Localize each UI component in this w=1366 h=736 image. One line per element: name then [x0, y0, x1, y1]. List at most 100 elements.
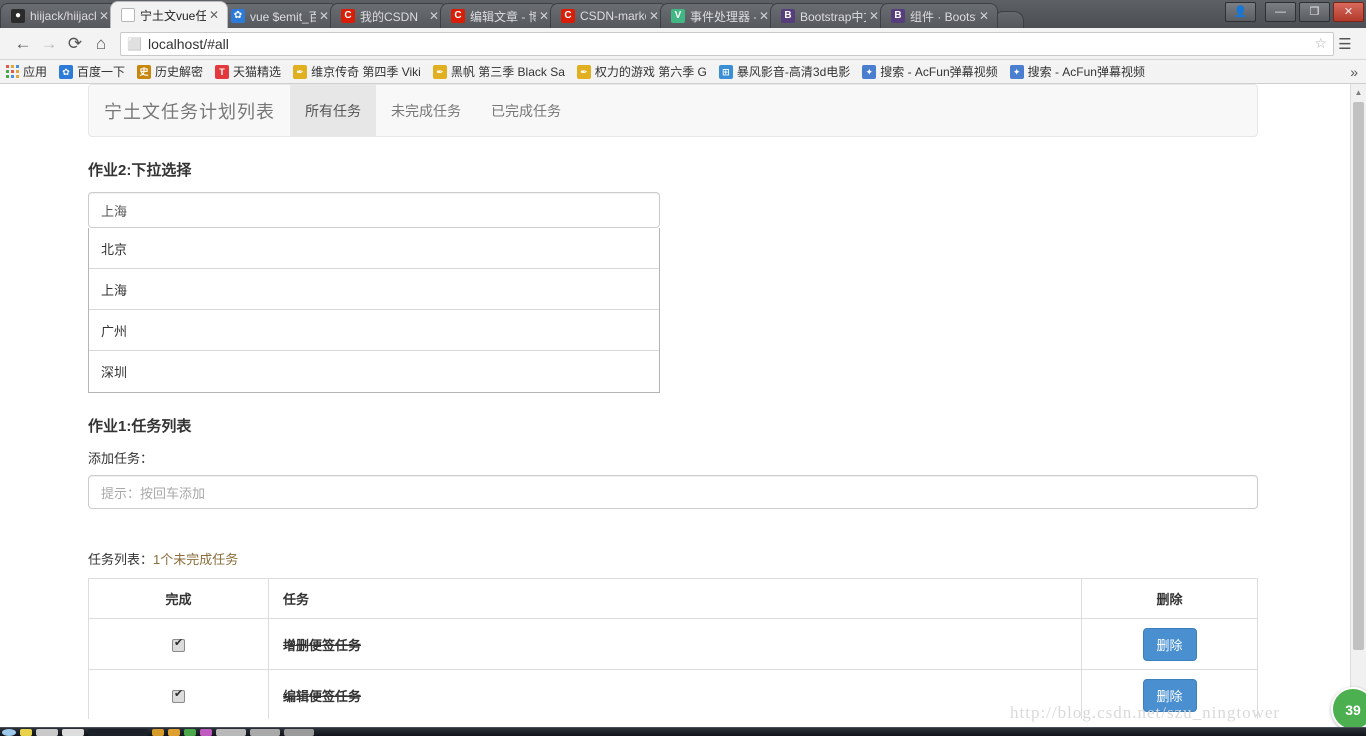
- start-button-icon[interactable]: [2, 729, 16, 736]
- nav-link-active-tasks-label: 未完成任务: [391, 102, 461, 119]
- taskbar-icon-7[interactable]: [184, 729, 196, 736]
- bookmark-label: 维京传奇 第四季 Viki: [311, 65, 421, 79]
- user-profile-button[interactable]: 👤: [1225, 2, 1256, 22]
- baidu-icon: ✿: [231, 9, 245, 23]
- back-icon[interactable]: ←: [10, 31, 36, 57]
- url-text: localhost/#all: [147, 35, 229, 52]
- add-task-placeholder: 提示：按回车添加: [101, 485, 206, 501]
- column-header-delete: 删除: [1081, 578, 1258, 619]
- bookmark-item-8[interactable]: ✦ 搜索 - AcFun弹幕视频: [862, 63, 998, 80]
- browser-menu-icon[interactable]: ☰: [1334, 35, 1356, 53]
- browser-tab-label: hiijack/hiijack: [30, 9, 96, 23]
- browser-tab-4[interactable]: C 编辑文章 - 博 ✕: [440, 3, 558, 28]
- browser-toolbar: ← → ⟳ ⌂ ⬜ localhost/#all ☆ ☰: [0, 28, 1366, 60]
- taskbar-icon-8[interactable]: [200, 729, 212, 736]
- task-list-label: 任务列表：: [88, 552, 154, 567]
- os-taskbar: [0, 727, 1366, 736]
- bookmark-item-9[interactable]: ✦ 搜索 - AcFun弹幕视频: [1009, 63, 1145, 80]
- close-window-button[interactable]: ✕: [1333, 2, 1364, 22]
- bookmark-star-icon[interactable]: ☆: [1314, 35, 1327, 52]
- browser-tab-label: 事件处理器 -: [690, 9, 756, 24]
- bookmark-item-3[interactable]: T 天猫精选: [215, 63, 281, 80]
- task-name-cell: 编辑便签任务: [268, 669, 1082, 721]
- taskbar-icon-11[interactable]: [284, 729, 314, 736]
- minimize-button[interactable]: —: [1265, 2, 1296, 22]
- bookmark-item-6[interactable]: ✒ 权力的游戏 第六季 G: [576, 63, 707, 80]
- reload-icon[interactable]: ⟳: [62, 31, 88, 57]
- browser-tab-label: 我的CSDN: [360, 9, 419, 24]
- page-info-icon: ⬜: [127, 36, 142, 51]
- bookmark-label: 搜索 - AcFun弹幕视频: [880, 65, 998, 79]
- add-task-input[interactable]: 提示：按回车添加: [88, 475, 1258, 509]
- task-done-checkbox[interactable]: [172, 688, 185, 703]
- taskbar-items: [0, 728, 1366, 736]
- browser-tab-6[interactable]: V 事件处理器 - ✕: [660, 3, 778, 28]
- browser-tab-5[interactable]: C CSDN-markd ✕: [550, 3, 668, 28]
- vertical-scrollbar[interactable]: ▲: [1350, 84, 1366, 727]
- browser-tab-0[interactable]: ● hiijack/hiijack ✕: [0, 3, 118, 28]
- page-viewport: 宁土文任务计划列表 所有任务 未完成任务 已完成任务 作业2:下拉选择 上海 北…: [0, 84, 1366, 727]
- bookmark-item-2[interactable]: 史历史解密: [137, 63, 203, 80]
- city-option-0[interactable]: 北京: [89, 228, 659, 269]
- city-option-label: 上海: [101, 282, 128, 298]
- taskbar-icon-2[interactable]: [36, 729, 58, 736]
- bookmark-item-0[interactable]: 应用: [6, 63, 47, 80]
- browser-tab-label: 宁土文vue任务: [140, 8, 206, 23]
- task-done-checkbox[interactable]: [172, 637, 185, 652]
- bookmarks-overflow-icon[interactable]: »: [1350, 64, 1358, 80]
- bookmark-item-7[interactable]: ⊞ 暴风影音-高清3d电影: [718, 63, 850, 80]
- browser-tab-label: vue $emit_百: [250, 9, 316, 24]
- task-name-cell: 增删便签任务: [268, 618, 1082, 670]
- task-list-heading: 任务列表：1个未完成任务: [88, 549, 1350, 568]
- taskbar-icon-1[interactable]: [20, 729, 32, 736]
- browser-tab-label: 编辑文章 - 博: [470, 9, 536, 24]
- forward-icon[interactable]: →: [36, 31, 62, 57]
- delete-task-button[interactable]: 删除: [1142, 678, 1197, 712]
- city-option-1[interactable]: 上海: [89, 269, 659, 310]
- task-done-cell: [88, 618, 269, 670]
- apps-grid-icon: [6, 65, 19, 78]
- delete-task-button[interactable]: 删除: [1142, 627, 1197, 661]
- baidu-icon: ✿: [59, 64, 74, 79]
- taskbar-icon-10[interactable]: [250, 729, 280, 736]
- task-table: 完成 任务 删除 增删便签任务删除编辑便签任务删除watch深度监控数据删除: [88, 578, 1258, 727]
- github-icon: ●: [11, 9, 25, 23]
- new-tab-button[interactable]: [996, 11, 1024, 28]
- tab-strip: ●hiijack/hiijack✕宁土文vue任务✕✿vue $emit_百✕C…: [0, 0, 1024, 28]
- browser-tab-1[interactable]: 宁土文vue任务✕: [110, 1, 228, 28]
- city-option-label: 深圳: [101, 365, 128, 380]
- city-select-input[interactable]: 上海: [88, 192, 660, 228]
- task-name-label: 编辑便签任务: [283, 688, 362, 704]
- nav-link-completed-tasks[interactable]: 已完成任务: [476, 85, 576, 136]
- tasks-section-title: 作业1:任务列表: [88, 418, 192, 435]
- nav-link-all-tasks[interactable]: 所有任务: [290, 85, 376, 136]
- taskbar-icon-3[interactable]: [62, 729, 84, 736]
- close-tab-icon[interactable]: ✕: [209, 8, 221, 22]
- bookmark-item-1[interactable]: ✿ 百度一下: [59, 63, 125, 80]
- maximize-button[interactable]: ❐: [1299, 2, 1330, 22]
- taskbar-icon-6[interactable]: [168, 729, 180, 736]
- history-icon: 史: [137, 64, 152, 79]
- acfun-icon: ✦: [1009, 64, 1024, 79]
- page-bottom-spacer: [0, 719, 1366, 727]
- nav-link-completed-tasks-label: 已完成任务: [491, 102, 561, 119]
- close-tab-icon[interactable]: ✕: [979, 9, 991, 23]
- city-option-2[interactable]: 广州: [89, 310, 659, 351]
- browser-tab-7[interactable]: BBootstrap中文✕: [770, 3, 888, 28]
- taskbar-icon-9[interactable]: [216, 729, 246, 736]
- scroll-up-arrow-icon[interactable]: ▲: [1351, 84, 1366, 101]
- taskbar-icon-5[interactable]: [152, 729, 164, 736]
- vertical-scrollbar-thumb[interactable]: [1353, 102, 1364, 650]
- address-bar[interactable]: ⬜ localhost/#all ☆: [120, 31, 1334, 56]
- browser-tab-3[interactable]: C 我的CSDN ✕: [330, 3, 448, 28]
- browser-tab-8[interactable]: B 组件 · Bootstr ✕: [880, 3, 998, 28]
- nav-link-active-tasks[interactable]: 未完成任务: [376, 85, 476, 136]
- browser-tab-2[interactable]: ✿ vue $emit_百 ✕: [220, 3, 338, 28]
- city-option-3[interactable]: 深圳: [89, 351, 659, 392]
- bookmark-item-4[interactable]: ✒ 维京传奇 第四季 Viki: [293, 63, 421, 80]
- home-icon[interactable]: ⌂: [88, 31, 114, 57]
- navbar-brand[interactable]: 宁土文任务计划列表: [89, 85, 290, 136]
- feather-icon: ✒: [432, 64, 447, 79]
- bookmark-item-5[interactable]: ✒ 黑帆 第三季 Black Sa: [432, 63, 565, 80]
- task-done-cell: [88, 669, 269, 721]
